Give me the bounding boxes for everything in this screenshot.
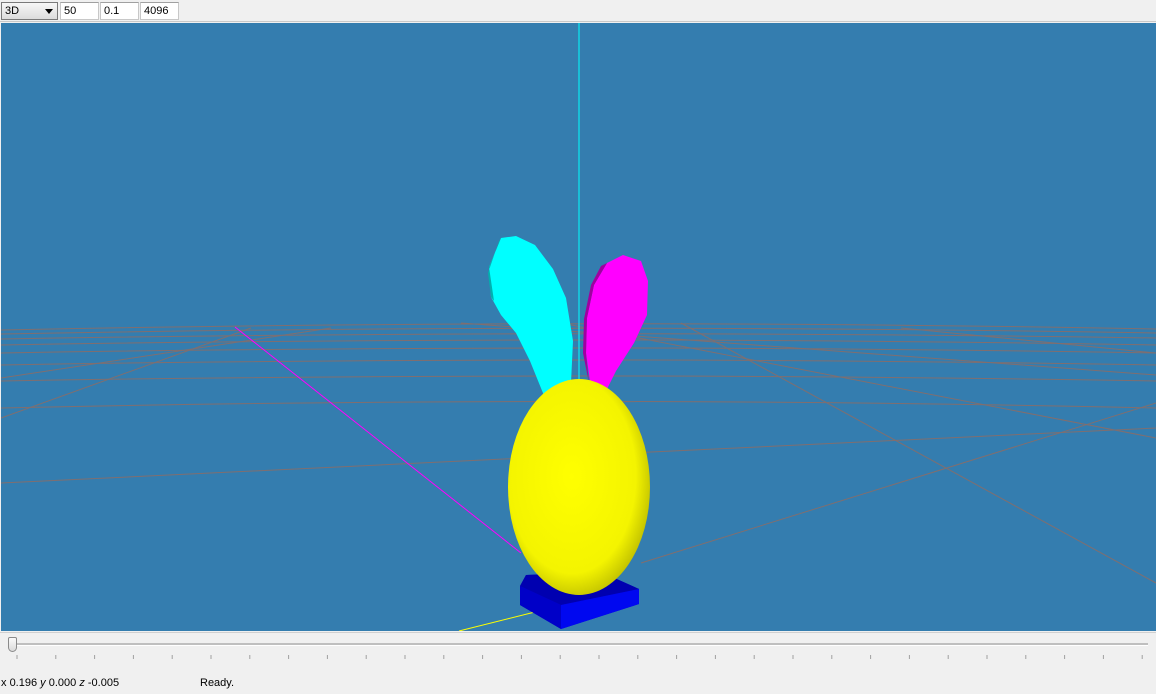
x-label: x xyxy=(1,677,7,689)
left-ear xyxy=(488,236,573,398)
view-mode-value: 3D xyxy=(5,5,20,17)
grid-spacing-field[interactable] xyxy=(100,2,139,20)
3d-viewport[interactable] xyxy=(1,23,1156,631)
z-label: z xyxy=(79,677,85,689)
timeline xyxy=(0,632,1156,674)
grid-size-field[interactable] xyxy=(60,2,99,20)
y-label: y xyxy=(40,677,46,689)
status-message: Ready. xyxy=(200,677,235,689)
y-value: 0.000 xyxy=(48,677,77,689)
egg xyxy=(508,379,650,595)
z-value: -0.005 xyxy=(87,677,120,689)
timeline-slider-track[interactable] xyxy=(10,643,1148,646)
chevron-down-icon[interactable] xyxy=(45,9,53,14)
x-value: 0.196 xyxy=(9,677,38,689)
status-bar: x 0.196 y 0.000 z -0.005 Ready. xyxy=(0,674,1156,694)
right-ear xyxy=(583,255,648,395)
cursor-coordinates: x 0.196 y 0.000 z -0.005 xyxy=(1,677,119,689)
timeline-slider-thumb[interactable] xyxy=(8,637,17,652)
toolbar: 3D xyxy=(0,0,1156,22)
view-mode-dropdown[interactable]: 3D xyxy=(1,2,58,20)
resolution-field[interactable] xyxy=(140,2,179,20)
scene-canvas xyxy=(1,23,1156,631)
timeline-ticks xyxy=(0,655,1156,661)
